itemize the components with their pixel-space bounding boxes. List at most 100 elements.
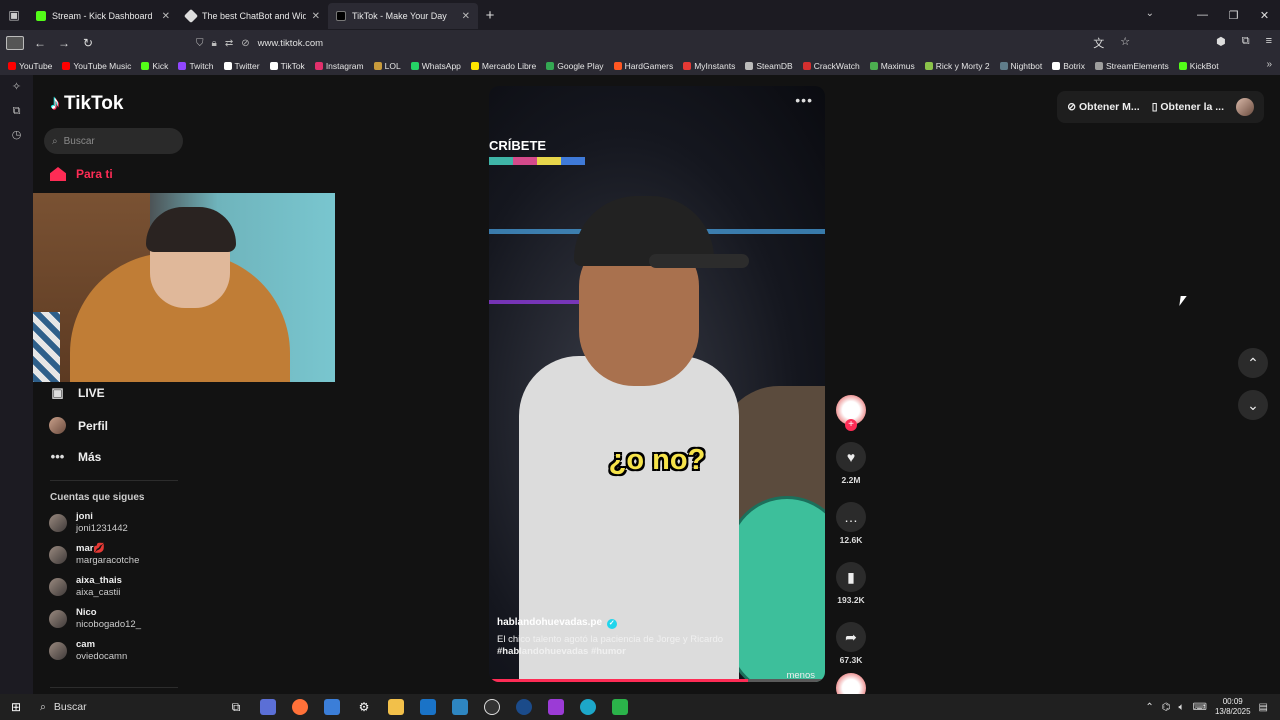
bookmark-item[interactable]: Instagram (314, 61, 364, 71)
next-video-button[interactable]: ⌄ (1238, 390, 1268, 420)
ai-chat-icon[interactable]: ✧ (0, 75, 33, 99)
close-window-button[interactable]: ✕ (1249, 9, 1280, 22)
bookmark-item[interactable]: KickBot (1178, 61, 1219, 71)
taskbar-search[interactable]: ⌕ Buscar (32, 701, 220, 714)
permissions-icon[interactable]: ⇄ (225, 38, 233, 49)
extension-icon[interactable]: ⬢ (1216, 35, 1226, 51)
task-view-icon[interactable]: ⧉ (220, 694, 252, 720)
share-icon[interactable]: ➦ (836, 622, 866, 652)
like-action[interactable]: ♥ 2.2M (836, 442, 866, 485)
tab-chatbot[interactable]: The best ChatBot and Widgets ✕ (178, 3, 328, 29)
previous-video-button[interactable]: ⌃ (1238, 348, 1268, 378)
keyboard-icon[interactable]: ⌨ (1193, 702, 1207, 713)
save-action[interactable]: ▮ 193.2K (836, 562, 866, 605)
steam-icon[interactable] (508, 694, 540, 720)
bookmark-item[interactable]: StreamElements (1094, 61, 1169, 71)
video-hashtags[interactable]: #hablandohuevadas #humor (497, 646, 757, 658)
search-input[interactable]: ⌕ Buscar (44, 128, 183, 154)
reload-button[interactable]: ↻ (76, 36, 100, 50)
app-icon[interactable] (540, 694, 572, 720)
video-progress-bar[interactable] (489, 679, 825, 682)
bookmark-item[interactable]: Rick y Morty 2 (924, 61, 990, 71)
sidebar-toggle-button[interactable] (6, 36, 24, 50)
nav-live[interactable]: ▣ LIVE (49, 385, 104, 401)
network-icon[interactable]: ⌬ (1162, 702, 1171, 713)
comment-action[interactable]: … 12.6K (836, 502, 866, 545)
get-coins-button[interactable]: ⊘ Obtener M... (1067, 101, 1139, 113)
bookmark-item[interactable]: Twitch (178, 61, 214, 71)
bookmark-item[interactable]: Google Play (546, 61, 604, 71)
tab-tiktok[interactable]: TikTok - Make Your Day ✕ (328, 3, 478, 29)
following-item[interactable]: Nico nicobogado12_ (49, 607, 141, 631)
notifications-icon[interactable]: ▤ (1259, 702, 1268, 713)
bookmark-icon[interactable]: ▮ (836, 562, 866, 592)
comment-icon[interactable]: … (836, 502, 866, 532)
address-bar[interactable]: ⛉ 🔒︎ ⇄ ⊘ www.tiktok.com (196, 38, 323, 49)
shield-icon[interactable]: ⛉ (196, 38, 204, 49)
settings-icon[interactable]: ⚙ (348, 694, 380, 720)
following-item[interactable]: cam oviedocamn (49, 639, 127, 663)
close-tab-icon[interactable]: ✕ (312, 11, 320, 22)
app-icon[interactable] (444, 694, 476, 720)
close-tab-icon[interactable]: ✕ (462, 11, 470, 22)
store-icon[interactable] (316, 694, 348, 720)
following-item[interactable]: aixa_thais aixa_castii (49, 575, 122, 599)
creator-avatar[interactable]: + (836, 395, 866, 431)
bookmark-item[interactable]: Maximus (869, 61, 915, 71)
bookmark-item[interactable]: Nightbot (999, 61, 1042, 71)
back-button[interactable]: ← (28, 36, 52, 50)
bookmark-item[interactable]: HardGamers (613, 61, 673, 71)
bookmark-item[interactable]: YouTube Music (62, 61, 131, 71)
menu-icon[interactable]: ≡ (1266, 35, 1272, 51)
tab-list-icon[interactable]: ▣ (0, 0, 28, 30)
lock-icon[interactable]: 🔒︎ (212, 38, 217, 49)
nav-for-you[interactable]: Para ti (50, 167, 113, 181)
translate-icon[interactable]: 文 (1093, 35, 1104, 51)
edge-icon[interactable] (572, 694, 604, 720)
app-icon[interactable] (252, 694, 284, 720)
tiktok-logo[interactable]: ♪ TikTok (50, 92, 123, 115)
obs-icon[interactable] (476, 694, 508, 720)
app-icon[interactable] (604, 694, 636, 720)
more-bookmarks-icon[interactable]: » (1266, 59, 1272, 70)
tracking-icon[interactable]: ⊘ (241, 38, 249, 49)
nav-more[interactable]: ••• Más (49, 449, 102, 464)
video-author[interactable]: hablandohuevadas.pe ✓ (497, 617, 617, 629)
forward-button[interactable]: → (52, 36, 76, 50)
file-explorer-icon[interactable] (380, 694, 412, 720)
windows-start-icon[interactable]: ⊞ (0, 700, 32, 714)
bookmark-star-icon[interactable]: ☆ (1120, 35, 1130, 51)
clock[interactable]: 00:09 13/8/2025 (1215, 697, 1251, 717)
bookmark-item[interactable]: Botrix (1052, 61, 1085, 71)
speaker-icon[interactable]: 🔈︎ (1179, 702, 1185, 713)
nav-profile[interactable]: Perfil (49, 417, 108, 434)
tab-kick-dashboard[interactable]: Stream - Kick Dashboard ✕ (28, 3, 178, 29)
bookmark-item[interactable]: WhatsApp (410, 61, 461, 71)
following-item[interactable]: mar💋 margaracotche (49, 543, 139, 567)
bookmark-item[interactable]: LOL (373, 61, 401, 71)
following-item[interactable]: joni joni1231442 (49, 511, 128, 535)
video-author-name[interactable]: hablandohuevadas.pe (497, 617, 602, 628)
bookmark-item[interactable]: CrackWatch (802, 61, 860, 71)
video-more-icon[interactable]: ••• (795, 92, 813, 108)
bookmark-item[interactable]: Twitter (223, 61, 260, 71)
heart-icon[interactable]: ♥ (836, 442, 866, 472)
user-avatar[interactable] (1236, 98, 1254, 116)
bookmark-item[interactable]: YouTube (8, 61, 52, 71)
share-action[interactable]: ➦ 67.3K (836, 622, 866, 665)
bookmark-item[interactable]: Mercado Libre (470, 61, 536, 71)
firefox-icon[interactable] (284, 694, 316, 720)
follow-plus-icon[interactable]: + (845, 419, 857, 431)
url-text[interactable]: www.tiktok.com (258, 38, 323, 49)
close-tab-icon[interactable]: ✕ (162, 11, 170, 22)
music-disc-icon[interactable] (836, 673, 866, 694)
chevron-down-icon[interactable]: ⌄ (1146, 8, 1154, 19)
bookmark-item[interactable]: Kick (141, 61, 168, 71)
minimize-button[interactable]: — (1187, 9, 1218, 21)
chevron-up-icon[interactable]: ⌃ (1145, 702, 1153, 713)
history-icon[interactable]: ◷ (0, 123, 33, 147)
synced-tabs-icon[interactable]: ⧉ (0, 99, 33, 123)
new-tab-button[interactable]: + (478, 7, 502, 24)
get-app-button[interactable]: ▯ Obtener la ... (1152, 101, 1224, 113)
outlook-icon[interactable] (412, 694, 444, 720)
